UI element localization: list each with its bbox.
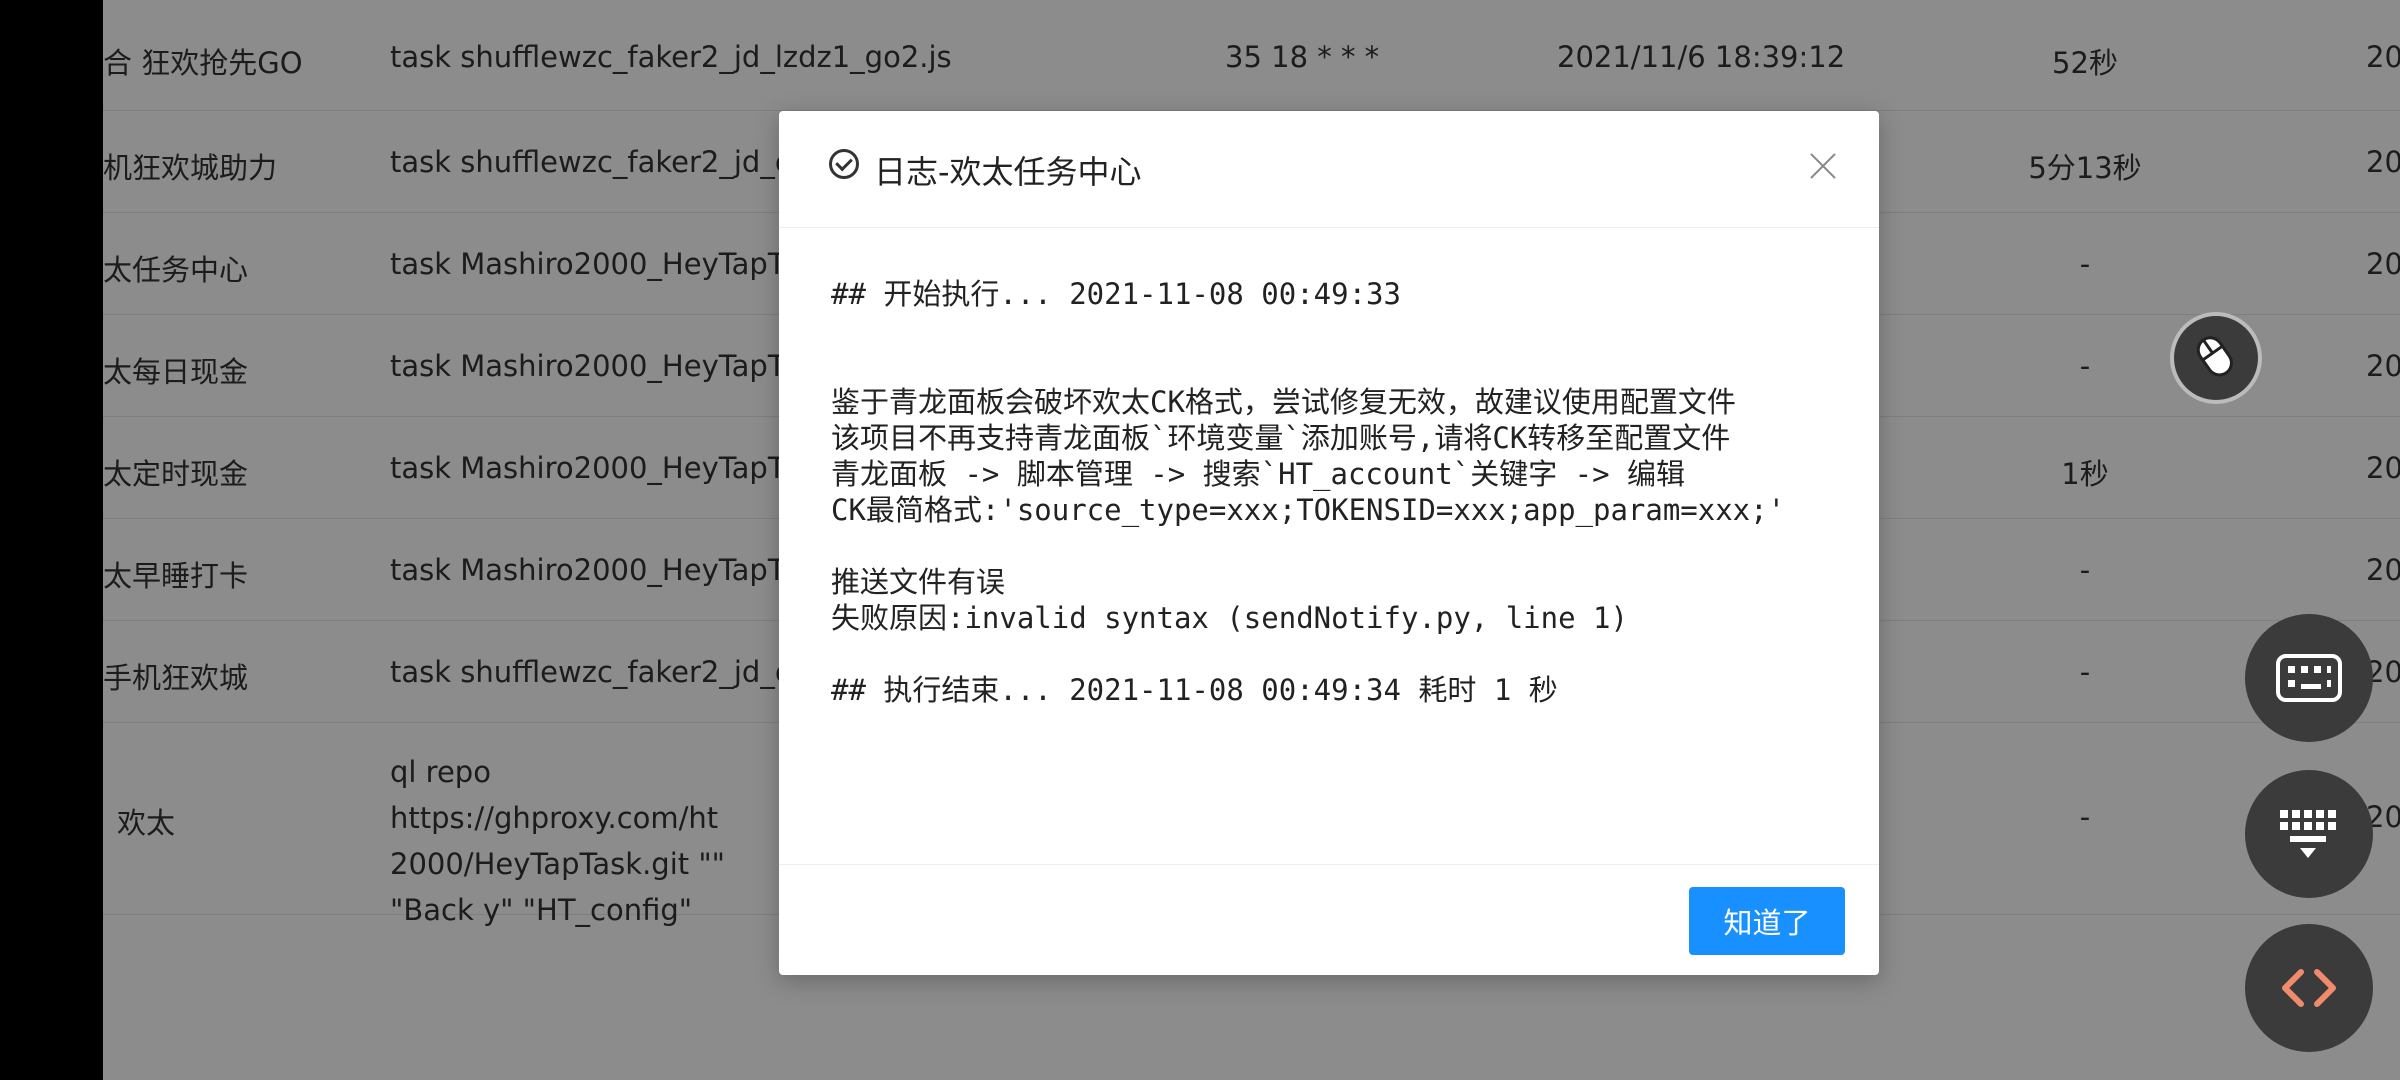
modal-footer: 知道了: [779, 864, 1879, 975]
modal-header: 日志-欢太任务中心: [779, 111, 1879, 228]
log-line: 失败原因:invalid syntax (sendNotify.py, line…: [831, 601, 1628, 635]
code-icon[interactable]: [2245, 924, 2373, 1052]
mouse-icon[interactable]: [2170, 312, 2262, 404]
log-modal: 日志-欢太任务中心 ## 开始执行... 2021-11-08 00:49:33…: [779, 111, 1879, 975]
log-line: 鉴于青龙面板会破坏欢太CK格式，尝试修复无效，故建议使用配置文件: [831, 385, 1736, 419]
log-line: ## 开始执行... 2021-11-08 00:49:33: [831, 277, 1401, 311]
keyboard-icon[interactable]: [2245, 614, 2373, 742]
close-icon[interactable]: [1803, 145, 1843, 185]
ok-button[interactable]: 知道了: [1689, 887, 1845, 955]
check-circle-icon: [829, 149, 859, 179]
log-line: 该项目不再支持青龙面板`环境变量`添加账号,请将CK转移至配置文件: [831, 421, 1731, 455]
modal-title: 日志-欢太任务中心: [874, 153, 1142, 191]
log-line: 推送文件有误: [831, 565, 1006, 599]
log-line: ## 执行结束... 2021-11-08 00:49:34 耗时 1 秒: [831, 673, 1558, 707]
log-content: ## 开始执行... 2021-11-08 00:49:33 鉴于青龙面板会破坏…: [831, 271, 1839, 831]
log-line: 青龙面板 -> 脚本管理 -> 搜索`HT_account`关键字 -> 编辑: [831, 457, 1686, 491]
log-line: CK最简格式:'source_type=xxx;TOKENSID=xxx;app…: [831, 493, 1786, 527]
keyboard-hide-icon[interactable]: [2245, 770, 2373, 898]
